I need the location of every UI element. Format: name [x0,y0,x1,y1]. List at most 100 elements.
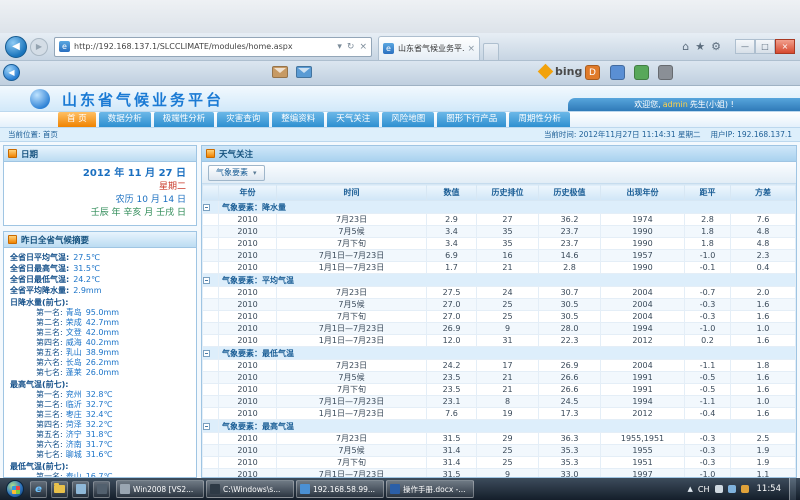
station-link[interactable]: 兖州 [66,390,82,399]
browser-tab[interactable]: e 山东省气候业务平... × [378,36,480,60]
table-row[interactable]: 20107月5候23.52126.61991-0.51.6 [203,372,796,384]
station-link[interactable]: 蓬莱 [66,368,82,377]
toolbar-addon2-icon[interactable] [610,65,625,80]
collapse-icon[interactable] [203,350,210,357]
table-cell: 24 [477,287,539,299]
column-header: 年份 [219,185,277,201]
column-header: 距平 [685,185,731,201]
station-link[interactable]: 菏泽 [66,420,82,429]
close-button[interactable]: × [775,39,795,54]
taskbar-ie-icon[interactable]: e [30,481,47,498]
nav-item[interactable]: 数据分析 [99,112,151,127]
station-link[interactable]: 济南 [66,440,82,449]
tools-icon[interactable]: ⚙ [711,40,721,53]
table-row[interactable]: 20107月23日31.52936.31955,1951-0.32.5 [203,433,796,445]
station-link[interactable]: 青岛 [66,308,82,317]
nav-item[interactable]: 整编资料 [272,112,324,127]
forward-button[interactable]: ▶ [30,38,48,56]
element-section-row[interactable]: 气象要素：降水量 [203,201,796,214]
table-row[interactable]: 20107月下旬27.02530.52004-0.31.6 [203,311,796,323]
element-section-row[interactable]: 气象要素：平均气温 [203,274,796,287]
nav-item[interactable]: 周期性分析 [509,112,570,127]
taskbar-app1-icon[interactable] [72,481,89,498]
table-row[interactable]: 20107月23日24.21726.92004-1.11.8 [203,360,796,372]
tray-network-icon[interactable] [715,485,723,493]
mail-icon[interactable] [272,66,288,78]
table-row[interactable]: 20107月1日—7月23日26.9928.01994-1.01.0 [203,323,796,335]
table-row[interactable]: 20107月1日—7月23日23.1824.51994-1.11.0 [203,396,796,408]
station-link[interactable]: 长岛 [66,358,82,367]
start-button[interactable] [6,480,24,498]
station-link[interactable]: 乳山 [66,348,82,357]
maximize-button[interactable]: □ [755,39,775,54]
table-cell: 7月1日—7月23日 [277,469,427,479]
favorites-icon[interactable]: ★ [695,40,705,53]
element-section-row[interactable]: 气象要素：最高气温 [203,420,796,433]
taskbar-explorer-icon[interactable] [51,481,68,498]
table-row[interactable]: 20107月1日—7月23日6.91614.61957-1.02.3 [203,250,796,262]
bing-toolbar[interactable]: bing [540,65,582,78]
nav-item[interactable]: 首 页 [58,112,96,127]
table-row[interactable]: 20101月1日—7月23日12.03122.320120.21.6 [203,335,796,347]
element-selector-button[interactable]: 气象要素 ▾ [208,165,265,181]
tab-close-icon[interactable]: × [467,44,475,54]
toolbar-addon4-icon[interactable] [658,65,673,80]
taskbar-window-button[interactable]: C:\Windows\s... [206,480,294,498]
address-bar[interactable]: e http://192.168.137.1/SLCCLIMATE/module… [54,37,372,57]
browser-command-bar: ◀ bing D [0,61,800,86]
table-row[interactable]: 20107月23日27.52430.72004-0.72.0 [203,287,796,299]
table-row[interactable]: 20107月1日—7月23日31.5933.01997-1.01.1 [203,469,796,479]
table-row[interactable]: 20101月1日—7月23日7.61917.32012-0.41.6 [203,408,796,420]
refresh-icon[interactable]: ↻ [347,42,355,52]
table-row[interactable]: 20107月下旬31.42535.31951-0.31.9 [203,457,796,469]
collapse-icon[interactable] [203,423,210,430]
table-row[interactable]: 20107月5候27.02530.52004-0.31.6 [203,299,796,311]
table-row[interactable]: 20107月5候31.42535.31955-0.31.9 [203,445,796,457]
element-section-row[interactable]: 气象要素：最低气温 [203,347,796,360]
station-link[interactable]: 聊城 [66,450,82,459]
taskbar-window-button[interactable]: 操作手册.docx -... [386,480,474,498]
table-row[interactable]: 20101月1日—7月23日1.7212.81990-0.10.4 [203,262,796,274]
table-row[interactable]: 20107月下旬3.43523.719901.84.8 [203,238,796,250]
nav-item[interactable]: 图形下行产品 [437,112,506,127]
toolbar-addon3-icon[interactable] [634,65,649,80]
url-text[interactable]: http://192.168.137.1/SLCCLIMATE/modules/… [74,42,332,51]
sidebar-gadget-icon[interactable]: ◀ [3,64,20,81]
back-button[interactable]: ◀ [5,36,27,58]
show-desktop-button[interactable] [789,478,796,500]
stop-icon[interactable]: × [359,42,367,52]
nav-item[interactable]: 天气关注 [327,112,379,127]
taskbar-clock[interactable]: 11:54 [757,484,782,494]
station-link[interactable]: 泰山 [66,472,82,477]
mail-alt-icon[interactable] [296,66,312,78]
table-cell: 2.8 [539,262,601,274]
collapse-icon[interactable] [203,204,210,211]
nav-item[interactable]: 极端性分析 [154,112,215,127]
nav-item[interactable]: 风险地图 [382,112,434,127]
taskbar-window-button[interactable]: Win2008 [VS2... [116,480,204,498]
table-row[interactable]: 20107月23日2.92736.219742.87.6 [203,214,796,226]
table-row[interactable]: 20107月5候3.43523.719901.84.8 [203,226,796,238]
station-link[interactable]: 威海 [66,338,82,347]
station-link[interactable]: 临沂 [66,400,82,409]
station-link[interactable]: 荣成 [66,318,82,327]
tray-up-icon[interactable]: ▲ [688,485,693,493]
minimize-button[interactable]: — [735,39,755,54]
collapse-icon[interactable] [203,277,210,284]
station-link[interactable]: 济宁 [66,430,82,439]
taskbar-window-button[interactable]: 192.168.58.99... [296,480,384,498]
search-dropdown-icon[interactable]: ▾ [337,42,342,52]
new-tab-button[interactable] [483,43,499,60]
calendar-icon [8,149,17,158]
tray-update-icon[interactable] [741,485,749,493]
station-link[interactable]: 枣庄 [66,410,82,419]
nav-item[interactable]: 灾害查询 [217,112,269,127]
station-link[interactable]: 文登 [66,328,82,337]
taskbar-app2-icon[interactable] [93,481,110,498]
table-row[interactable]: 20107月下旬23.52126.61991-0.51.6 [203,384,796,396]
climate-summary-panel: 昨日全省气候摘要 全省日平均气温:27.5℃全省日最高气温:31.5℃全省日最低… [3,231,197,478]
home-icon[interactable]: ⌂ [682,40,689,53]
language-indicator[interactable]: CH [698,485,710,494]
tray-volume-icon[interactable] [728,485,736,493]
toolbar-addon1-icon[interactable]: D [585,65,600,80]
